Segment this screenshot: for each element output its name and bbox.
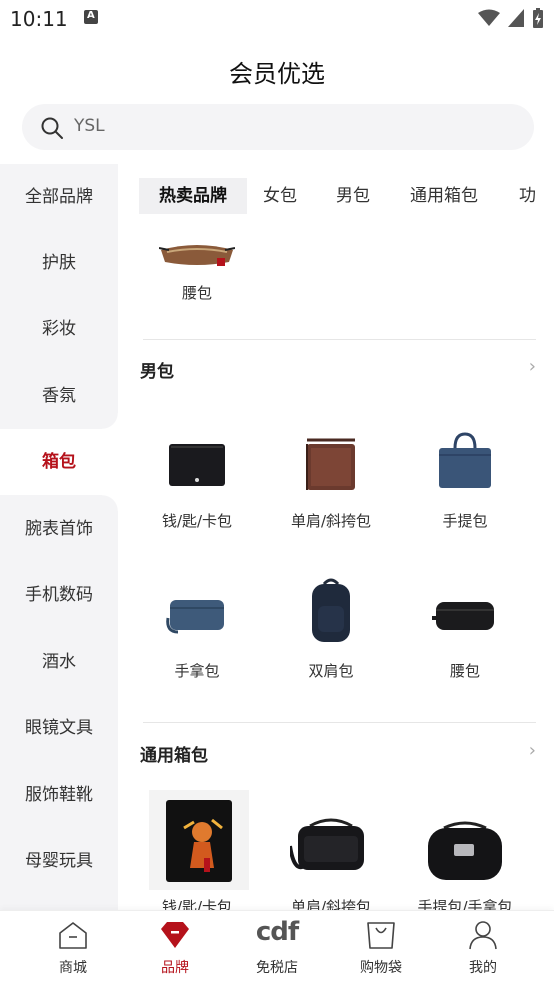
handbag-image xyxy=(439,432,491,488)
product-category-card[interactable]: 手提包/手拿包 xyxy=(410,788,520,910)
tab-partial[interactable]: 功 xyxy=(519,178,536,214)
signal-icon xyxy=(508,9,524,27)
product-category-card[interactable]: 手拿包 xyxy=(142,576,252,686)
sidebar-item-baby-toys[interactable]: 母婴玩具 xyxy=(0,828,118,894)
nav-label: 免税店 xyxy=(256,960,298,976)
status-icons xyxy=(478,8,544,28)
nav-label: 商城 xyxy=(59,960,87,976)
tab-general-bags[interactable]: 通用箱包 xyxy=(410,178,478,214)
waist-bag-image xyxy=(159,245,235,266)
product-category-label: 单肩/斜挎包 xyxy=(290,512,372,530)
bottom-navigation: 商城 品牌 cdf 免税店 购物袋 我的 xyxy=(0,910,554,985)
chevron-right-icon[interactable]: › xyxy=(529,356,536,377)
brand-icon xyxy=(161,922,189,948)
product-category-label: 腰包 xyxy=(181,284,212,302)
sidebar-item-apparel[interactable]: 服饰鞋靴 xyxy=(0,762,118,828)
wallet-image xyxy=(169,444,225,486)
crossbody-bag-image xyxy=(290,818,364,870)
sidebar-item-bags[interactable]: 箱包 xyxy=(0,413,118,511)
product-category-label: 双肩包 xyxy=(308,662,354,680)
person-icon xyxy=(469,921,497,950)
subcategory-tabs: 热卖品牌 女包 男包 通用箱包 功 xyxy=(118,178,554,214)
status-time: 10:11 xyxy=(10,7,68,31)
search-icon xyxy=(41,117,63,139)
search-placeholder: YSL xyxy=(74,116,105,136)
tab-womens-bags[interactable]: 女包 xyxy=(263,178,297,214)
hand-clutch-image xyxy=(428,821,502,880)
category-content: 热卖品牌 女包 男包 通用箱包 功 腰包 男包 › 钱/匙/卡包 单肩/斜挎包 … xyxy=(118,164,554,910)
page-title: 会员优选 xyxy=(229,60,325,88)
notification-a-icon xyxy=(84,10,98,24)
battery-icon xyxy=(533,8,543,28)
product-category-label: 钱/匙/卡包 xyxy=(161,898,233,910)
tab-mens-bags[interactable]: 男包 xyxy=(336,178,370,214)
tab-hot-brands[interactable]: 热卖品牌 xyxy=(139,178,247,214)
printed-wallet-image xyxy=(166,800,232,882)
sidebar-item-eyewear-stationery[interactable]: 眼镜文具 xyxy=(0,695,118,761)
nav-item-brands[interactable]: 品牌 xyxy=(120,911,230,985)
product-category-card[interactable]: 单肩/斜挎包 xyxy=(276,426,386,536)
sidebar-item-makeup[interactable]: 彩妆 xyxy=(0,296,118,362)
section-title-mens-bags[interactable]: 男包 xyxy=(140,357,174,382)
sidebar-item-fragrance[interactable]: 香氛 xyxy=(0,363,118,429)
product-category-card[interactable]: 腰包 xyxy=(410,576,520,686)
section-divider xyxy=(143,722,536,723)
product-category-card[interactable]: 腰包 xyxy=(142,230,252,310)
category-sidebar: 全部品牌 护肤 彩妆 香氛 箱包 腕表首饰 手机数码 酒水 眼镜文具 服饰鞋靴 … xyxy=(0,164,118,910)
sidebar-item-watches-jewelry[interactable]: 腕表首饰 xyxy=(0,496,118,562)
product-category-label: 手拿包 xyxy=(174,662,220,680)
chevron-right-icon[interactable]: › xyxy=(529,740,536,761)
clutch-image xyxy=(166,600,224,634)
sidebar-item-liquor[interactable]: 酒水 xyxy=(0,629,118,695)
shoulder-bag-image xyxy=(306,438,355,490)
product-category-card[interactable]: 手提包 xyxy=(410,426,520,536)
product-category-label: 单肩/斜挎包 xyxy=(290,898,372,910)
section-title-general-bags[interactable]: 通用箱包 xyxy=(140,741,208,766)
sidebar-item-all-brands[interactable]: 全部品牌 xyxy=(0,164,118,230)
search-input[interactable]: YSL xyxy=(22,104,534,150)
product-category-card[interactable]: 单肩/斜挎包 xyxy=(276,788,386,910)
nav-item-mall[interactable]: 商城 xyxy=(18,911,128,985)
nav-label: 品牌 xyxy=(161,960,189,976)
backpack-image xyxy=(312,578,350,642)
product-category-label: 手提包/手拿包 xyxy=(417,898,513,910)
nav-item-duty-free[interactable]: cdf 免税店 xyxy=(222,911,332,985)
home-icon xyxy=(59,922,87,949)
sidebar-item-skincare[interactable]: 护肤 xyxy=(0,230,118,296)
section-divider xyxy=(143,339,536,340)
nav-label: 购物袋 xyxy=(360,960,402,976)
cdf-logo-icon: cdf xyxy=(255,917,299,947)
product-category-card[interactable]: 钱/匙/卡包 xyxy=(142,788,252,910)
product-category-card[interactable]: 双肩包 xyxy=(276,576,386,686)
product-category-label: 腰包 xyxy=(449,662,480,680)
nav-label: 我的 xyxy=(469,960,497,976)
product-category-card[interactable]: 钱/匙/卡包 xyxy=(142,426,252,536)
waist-bag-image xyxy=(432,602,494,630)
nav-item-shopping-bag[interactable]: 购物袋 xyxy=(326,911,436,985)
status-bar: 10:11 xyxy=(0,0,554,38)
sidebar-item-digital[interactable]: 手机数码 xyxy=(0,562,118,628)
product-category-label: 钱/匙/卡包 xyxy=(161,512,233,530)
nav-item-profile[interactable]: 我的 xyxy=(428,911,538,985)
shopping-bag-icon xyxy=(367,922,395,949)
product-category-label: 手提包 xyxy=(442,512,488,530)
wifi-icon xyxy=(478,9,500,26)
